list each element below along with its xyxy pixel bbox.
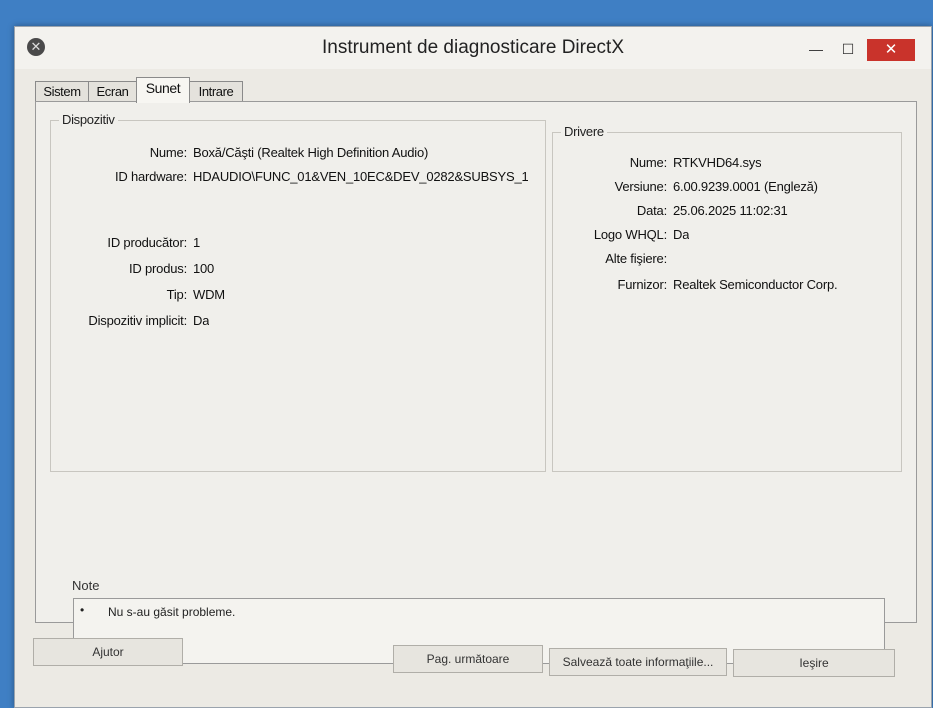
minimize-button[interactable]: — <box>801 39 831 59</box>
note-item: Nu s-au găsit probleme. <box>108 605 236 619</box>
notes-label: Note <box>72 578 100 593</box>
directx-diagnostic-window: ✕ Instrument de diagnosticare DirectX — … <box>14 26 932 708</box>
tab-ecran[interactable]: Ecran <box>88 81 137 102</box>
tab-intrare[interactable]: Intrare <box>189 81 243 102</box>
driver-date-value: 25.06.2025 11:02:31 <box>673 203 788 218</box>
drivers-group: Drivere Nume: RTKVHD64.sys Versiune: 6.0… <box>552 124 902 472</box>
title-bar[interactable]: ✕ Instrument de diagnosticare DirectX — … <box>15 27 931 69</box>
type-label: Tip: <box>166 287 188 302</box>
default-device-label: Dispozitiv implicit: <box>88 313 187 328</box>
close-button[interactable]: ✕ <box>867 39 915 61</box>
next-page-button[interactable]: Pag. următoare <box>393 645 543 673</box>
device-group: Dispozitiv Nume: Boxă/Căşti (Realtek Hig… <box>50 112 546 472</box>
window-title: Instrument de diagnosticare DirectX <box>321 37 625 58</box>
manufacturer-id-value: 1 <box>193 235 201 250</box>
default-device-value: Da <box>193 313 210 328</box>
tab-sistem[interactable]: Sistem <box>35 81 89 102</box>
provider-label: Furnizor: <box>617 277 668 292</box>
manufacturer-id-label: ID producător: <box>107 235 187 250</box>
device-name-label: Nume: <box>149 145 187 160</box>
product-id-value: 100 <box>193 261 215 276</box>
help-button[interactable]: Ajutor <box>33 638 183 666</box>
driver-date-label: Data: <box>636 203 667 218</box>
driver-version-value: 6.00.9239.0001 (Engleză) <box>673 179 818 194</box>
exit-button[interactable]: Ieşire <box>733 649 895 677</box>
note-bullet-icon: • <box>80 603 85 617</box>
whql-logo-value: Da <box>673 227 690 242</box>
maximize-button[interactable]: ☐ <box>833 39 863 59</box>
driver-name-value: RTKVHD64.sys <box>673 155 762 170</box>
driver-name-label: Nume: <box>629 155 667 170</box>
tab-sunet[interactable]: Sunet <box>136 77 190 103</box>
other-files-label: Alte fişiere: <box>605 251 667 266</box>
device-group-title: Dispozitiv <box>59 112 118 127</box>
drivers-group-title: Drivere <box>561 124 607 139</box>
device-name-value: Boxă/Căşti (Realtek High Definition Audi… <box>193 145 429 160</box>
product-id-label: ID produs: <box>129 261 187 276</box>
provider-value: Realtek Semiconductor Corp. <box>673 277 838 292</box>
type-value: WDM <box>193 287 225 302</box>
hardware-id-label: ID hardware: <box>114 169 187 184</box>
whql-logo-label: Logo WHQL: <box>593 227 667 242</box>
hardware-id-value: HDAUDIO\FUNC_01&VEN_10EC&DEV_0282&SUBSYS… <box>193 169 528 184</box>
sound-tab-panel: Dispozitiv Nume: Boxă/Căşti (Realtek Hig… <box>35 101 917 664</box>
driver-version-label: Versiune: <box>614 179 668 194</box>
save-all-info-button[interactable]: Salvează toate informaţiile... <box>549 648 727 676</box>
